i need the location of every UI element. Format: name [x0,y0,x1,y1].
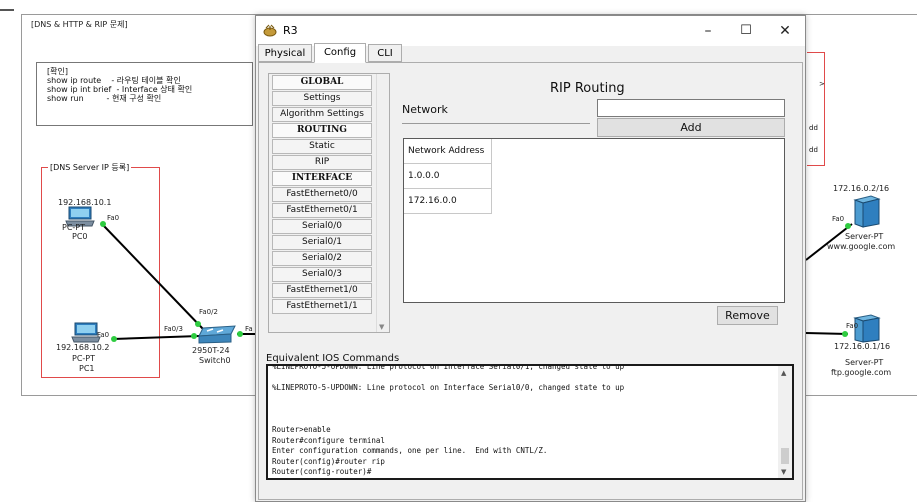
server-google-name-label: www.google.com [827,242,896,251]
pc0-name-label: PC0 [72,232,88,241]
nav-item-algorithm-settings[interactable]: Algorithm Settings [272,107,372,122]
minimize-button[interactable]: – [690,16,726,46]
tab-config[interactable]: Config [314,43,366,63]
network-address-table[interactable]: Network Address 1.0.0.0 172.16.0.0 [403,138,785,303]
nav-scroll-thumb[interactable] [379,76,388,323]
scroll-down-icon[interactable]: ▼ [781,468,786,476]
console-scroll-thumb[interactable] [781,448,789,464]
ios-commands-label: Equivalent IOS Commands [266,353,400,364]
pc1-ip-label: 192.168.10.2 [56,343,110,352]
server-ftp-type-label: Server-PT [845,358,884,367]
nav-item-fastethernet1-1[interactable]: FastEthernet1/1 [272,299,372,314]
rip-routing-title: RIP Routing [550,81,625,96]
switch-iface-label: Fa0/3 [164,325,183,333]
pc1-name-label: PC1 [79,364,95,373]
nav-item-fastethernet0-1[interactable]: FastEthernet0/1 [272,203,372,218]
remove-network-button[interactable]: Remove [717,306,778,325]
config-tab-panel: GLOBAL Settings Algorithm Settings ROUTI… [258,62,803,500]
router-app-icon [263,24,277,37]
nav-item-serial0-0[interactable]: Serial0/0 [272,219,372,234]
nav-item-settings[interactable]: Settings [272,91,372,106]
window-titlebar[interactable]: R3 – ☐ ✕ [256,16,805,46]
server-google-type-label: Server-PT [845,232,884,241]
network-divider [402,123,590,124]
pc1-type-label: PC-PT [72,354,96,363]
scroll-up-icon[interactable]: ▲ [781,369,786,377]
scroll-down-icon[interactable]: ▼ [379,323,384,331]
server-google-iface-label: Fa0 [832,215,845,223]
nav-item-fastethernet1-0[interactable]: FastEthernet1/0 [272,283,372,298]
server-google-icon[interactable] [851,194,881,228]
table-row[interactable]: 1.0.0.0 [404,164,492,189]
pc0-iface-label: Fa0 [107,214,120,222]
switch-type-label: 2950T-24 [192,346,230,355]
add-network-button[interactable]: Add [597,118,785,137]
pc1-iface-label: Fa0 [97,331,110,339]
server-google-ip-label: 172.16.0.2/16 [833,184,890,193]
nav-item-fastethernet0-0[interactable]: FastEthernet0/0 [272,187,372,202]
network-input[interactable] [597,99,785,117]
nav-header-routing: ROUTING [272,123,372,138]
maximize-button[interactable]: ☐ [728,16,764,46]
nav-item-static[interactable]: Static [272,139,372,154]
server-ftp-name-label: ftp.google.com [831,368,892,377]
switch-iface-label: Fa [245,325,253,333]
server-ftp-iface-label: Fa0 [846,322,859,330]
nav-header-interface: INTERFACE [272,171,372,186]
switch-iface-label: Fa0/2 [199,308,218,316]
tab-cli[interactable]: CLI [368,44,402,62]
config-nav-list[interactable]: GLOBAL Settings Algorithm Settings ROUTI… [268,73,390,333]
tab-physical[interactable]: Physical [258,44,312,62]
table-row[interactable]: 172.16.0.0 [404,189,492,214]
nav-scrollbar[interactable]: ▼ [376,74,389,332]
router-config-window[interactable]: R3 – ☐ ✕ GLOBAL Settings Algorithm Setti… [255,15,806,502]
nav-item-serial0-1[interactable]: Serial0/1 [272,235,372,250]
ios-console[interactable]: %LINEPROTO-5-UPDOWN: Line protocol on In… [266,364,794,480]
pc0-type-label: PC-PT [62,223,86,232]
nav-item-serial0-2[interactable]: Serial0/2 [272,251,372,266]
switch-name-label: Switch0 [199,356,231,365]
close-button[interactable]: ✕ [767,16,803,46]
nav-item-serial0-3[interactable]: Serial0/3 [272,267,372,282]
console-output: %LINEPROTO-5-UPDOWN: Line protocol on In… [272,364,625,476]
window-title: R3 [283,24,298,37]
server-ftp-ip-label: 172.16.0.1/16 [834,342,891,351]
console-scrollbar[interactable]: ▲ ▼ [778,366,792,478]
table-header: Network Address [404,139,492,164]
switch-icon[interactable] [197,324,237,344]
nav-header-global: GLOBAL [272,75,372,90]
nav-item-rip[interactable]: RIP [272,155,372,170]
network-label: Network [402,103,448,116]
